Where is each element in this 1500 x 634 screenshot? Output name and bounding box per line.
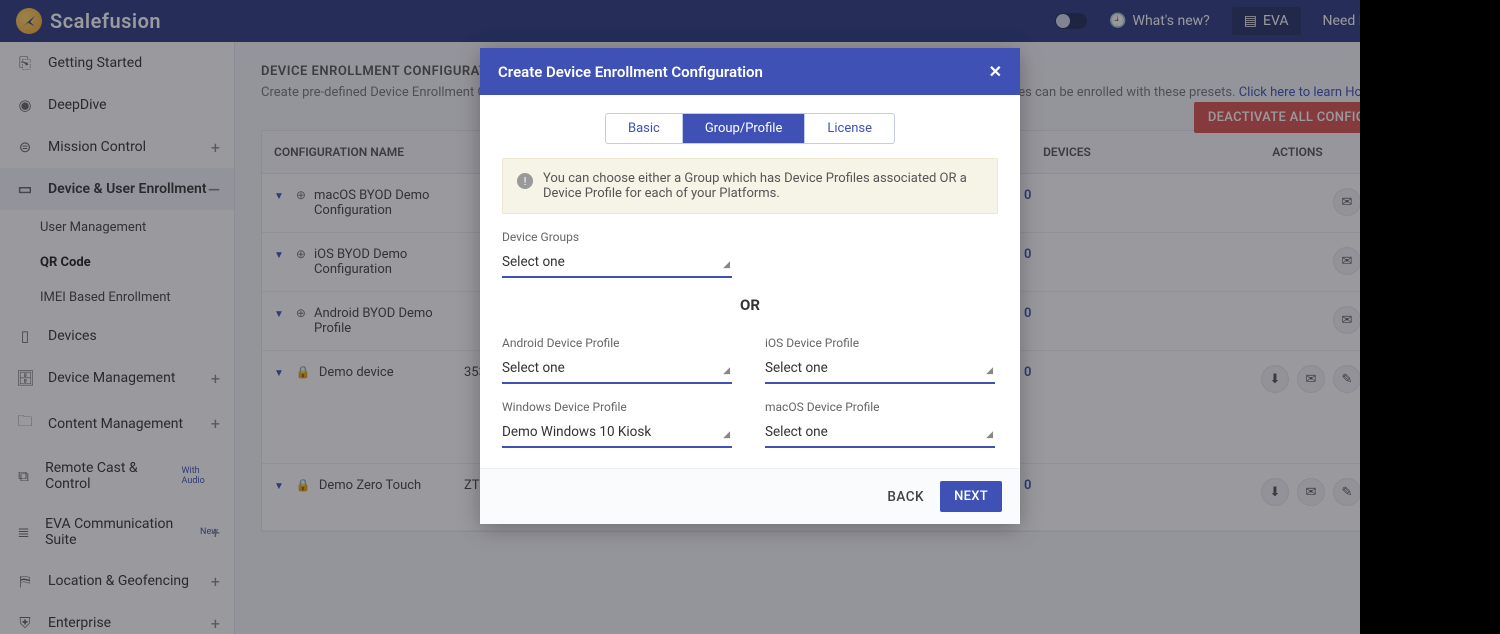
android-profile-select[interactable]: Select one — [502, 354, 732, 384]
tab-license[interactable]: License — [805, 114, 894, 143]
modal-footer: BACK NEXT — [480, 468, 1020, 524]
modal-title: Create Device Enrollment Configuration — [498, 63, 763, 81]
select-value: Select one — [502, 254, 565, 270]
modal-header: Create Device Enrollment Configuration ✕ — [480, 48, 1020, 95]
create-config-modal: Create Device Enrollment Configuration ✕… — [480, 48, 1020, 524]
select-value: Select one — [765, 360, 828, 376]
ios-profile-label: iOS Device Profile — [765, 336, 998, 350]
windows-profile-label: Windows Device Profile — [502, 400, 735, 414]
select-value: Select one — [502, 360, 565, 376]
select-value: Demo Windows 10 Kiosk — [502, 424, 651, 440]
modal-tabs: Basic Group/Profile License — [605, 113, 895, 144]
windows-profile-select[interactable]: Demo Windows 10 Kiosk — [502, 418, 732, 448]
back-button[interactable]: BACK — [887, 489, 924, 505]
android-profile-label: Android Device Profile — [502, 336, 735, 350]
device-groups-label: Device Groups — [502, 230, 998, 244]
info-banner: ! You can choose either a Group which ha… — [502, 158, 998, 214]
info-icon: ! — [517, 173, 533, 189]
macos-profile-label: macOS Device Profile — [765, 400, 998, 414]
select-value: Select one — [765, 424, 828, 440]
close-icon[interactable]: ✕ — [989, 62, 1002, 81]
tab-basic[interactable]: Basic — [606, 114, 683, 143]
info-text: You can choose either a Group which has … — [543, 171, 983, 201]
tab-group-profile[interactable]: Group/Profile — [683, 114, 806, 143]
ios-profile-select[interactable]: Select one — [765, 354, 995, 384]
or-separator: OR — [502, 296, 998, 314]
next-button[interactable]: NEXT — [940, 481, 1002, 512]
black-sidebar — [1360, 0, 1500, 634]
device-groups-select[interactable]: Select one — [502, 248, 732, 278]
macos-profile-select[interactable]: Select one — [765, 418, 995, 448]
